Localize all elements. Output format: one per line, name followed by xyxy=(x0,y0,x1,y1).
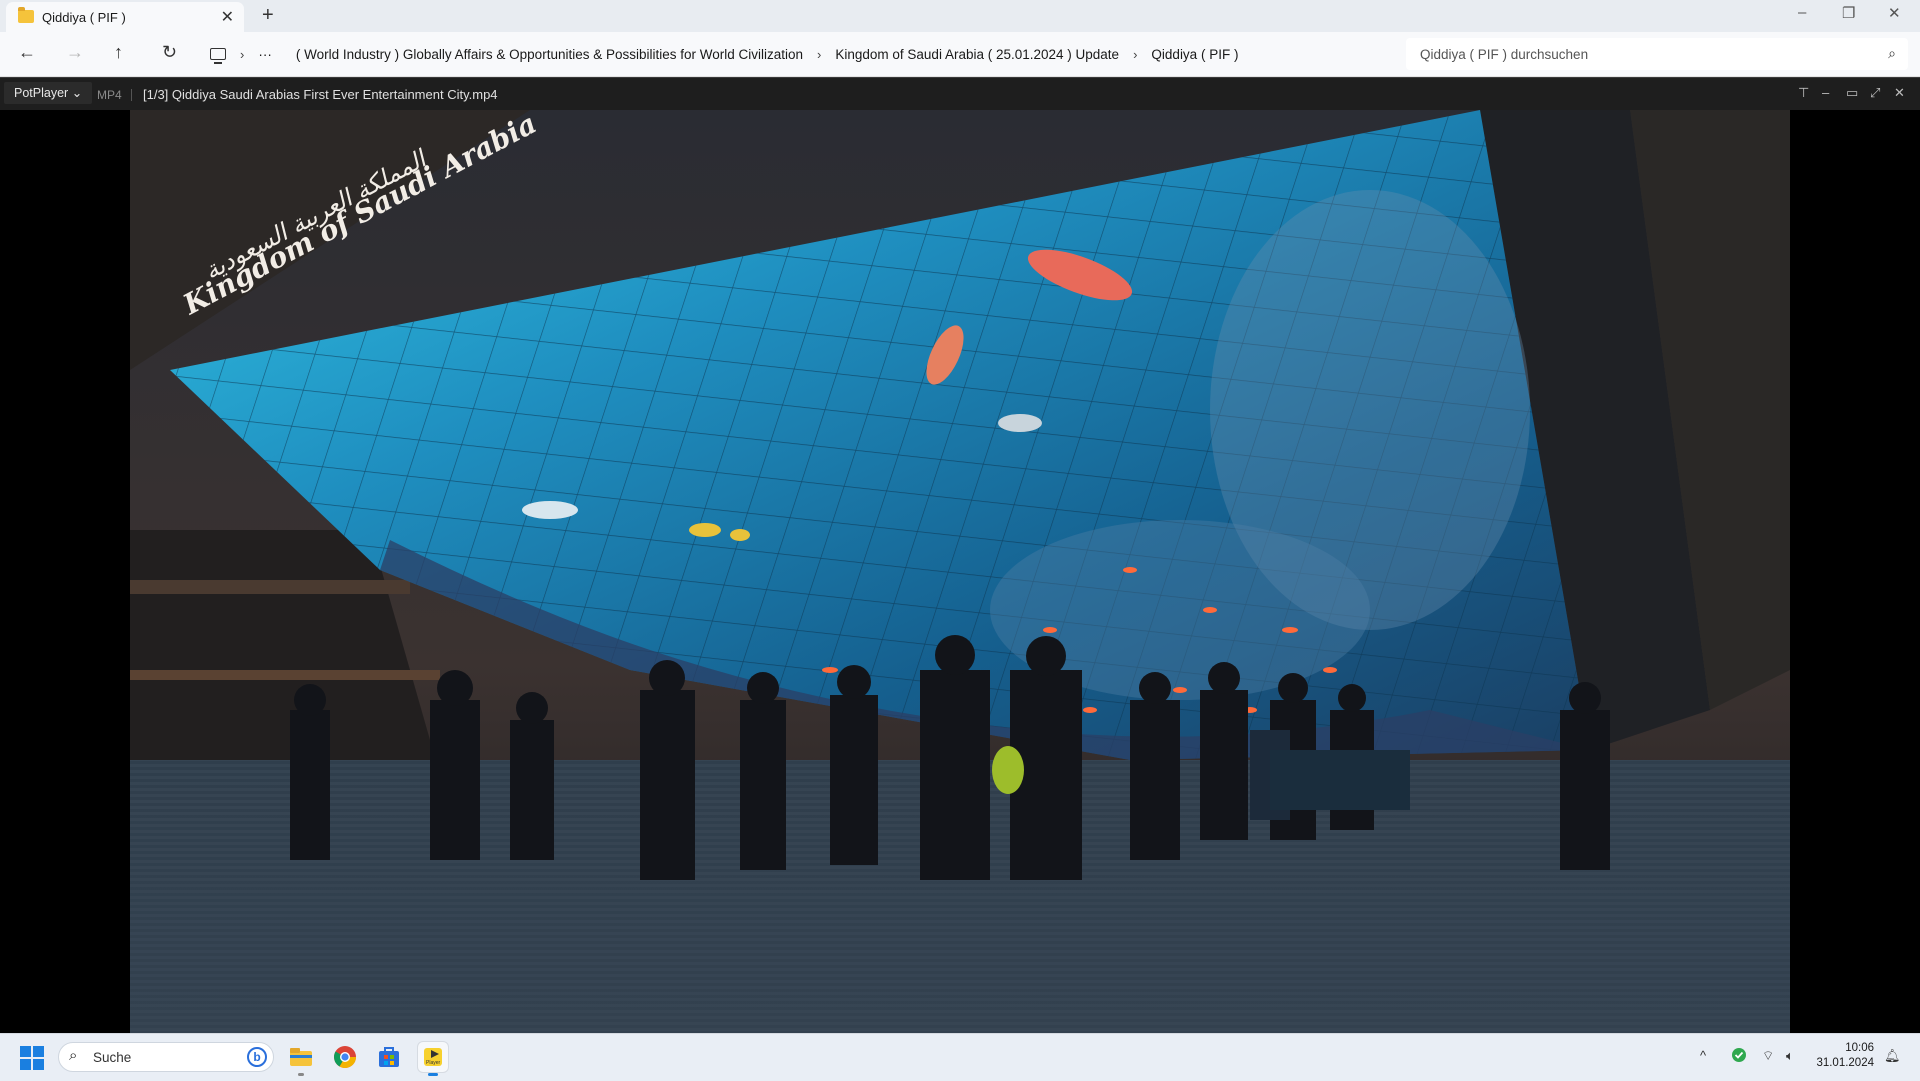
search-placeholder: Qiddiya ( PIF ) durchsuchen xyxy=(1420,47,1589,62)
breadcrumb-item[interactable]: ( World Industry ) Globally Affairs & Op… xyxy=(296,47,803,62)
refresh-button[interactable]: ↻ xyxy=(162,42,177,63)
chevron-right-icon[interactable]: › xyxy=(817,47,821,62)
new-tab-button[interactable]: + xyxy=(262,4,274,27)
clock-date: 31.01.2024 xyxy=(1816,1057,1874,1069)
search-icon[interactable]: ⌕ xyxy=(1888,45,1896,62)
security-icon[interactable] xyxy=(1730,1046,1748,1064)
microsoft-store-icon[interactable] xyxy=(374,1042,404,1072)
format-label: MP4 xyxy=(97,88,132,102)
close-player-button[interactable]: ✕ xyxy=(1894,85,1905,101)
potplayer-label: PotPlayer xyxy=(14,86,69,100)
close-window-button[interactable]: ✕ xyxy=(1888,4,1901,22)
notification-bell-icon[interactable]: 🔔︎ xyxy=(1884,1048,1901,1064)
volume-icon[interactable]: 🔈︎ xyxy=(1786,1048,1794,1064)
restore-button[interactable]: ❐ xyxy=(1842,4,1855,22)
minimize-button[interactable]: – xyxy=(1822,85,1829,100)
search-input[interactable]: Qiddiya ( PIF ) durchsuchen ⌕ xyxy=(1406,38,1908,70)
clock-time: 10:06 xyxy=(1845,1042,1874,1054)
fullscreen-button[interactable]: ⤢ xyxy=(1870,85,1880,101)
folder-icon xyxy=(290,1048,312,1066)
video-frame: المملكة العربية السعودية Kingdom of Saud… xyxy=(130,110,1790,1033)
tray-overflow-icon[interactable]: ^ xyxy=(1700,1048,1706,1063)
this-pc-icon[interactable] xyxy=(210,48,226,64)
file-explorer-icon[interactable] xyxy=(286,1042,316,1076)
chevron-right-icon[interactable]: › xyxy=(1133,47,1137,62)
breadcrumb-item[interactable]: Qiddiya ( PIF ) xyxy=(1151,47,1238,62)
chrome-icon[interactable] xyxy=(330,1042,360,1072)
breadcrumb-overflow[interactable]: ··· xyxy=(258,47,272,62)
taskbar-search-label: Suche xyxy=(93,1050,132,1065)
address-bar: ← → ↑ ↻ › ··· ( World Industry ) Globall… xyxy=(0,32,1920,77)
folder-icon xyxy=(18,7,34,23)
potplayer-menu-button[interactable]: PotPlayer ⌄ xyxy=(4,82,93,104)
breadcrumb-item[interactable]: Kingdom of Saudi Arabia ( 25.01.2024 ) U… xyxy=(835,47,1119,62)
video-scene: المملكة العربية السعودية Kingdom of Saud… xyxy=(130,110,1790,1033)
pin-icon[interactable]: ⊤ xyxy=(1798,85,1809,101)
video-area[interactable]: المملكة العربية السعودية Kingdom of Saud… xyxy=(0,110,1920,1033)
wifi-icon[interactable]: ⌔ xyxy=(1762,1048,1774,1064)
up-button[interactable]: ↑ xyxy=(114,42,123,63)
bing-icon[interactable]: b xyxy=(247,1047,267,1067)
file-title: [1/3] Qiddiya Saudi Arabias First Ever E… xyxy=(143,87,498,102)
potplayer-icon-label: Player xyxy=(426,1060,441,1066)
chevron-right-icon[interactable]: › xyxy=(240,47,244,62)
search-icon: ⌕ xyxy=(69,1047,78,1064)
taskbar: ⌕ Suche b Player ^ ⌔ 🔈︎ 10:06 31.01.2024… xyxy=(0,1033,1920,1081)
tab-title: Qiddiya ( PIF ) xyxy=(42,10,126,25)
back-button[interactable]: ← xyxy=(18,42,36,63)
maximize-button[interactable]: ▭ xyxy=(1846,85,1858,101)
explorer-title-bar: Qiddiya ( PIF ) ✕ + – ❐ ✕ xyxy=(0,0,1920,32)
windows-start-icon[interactable] xyxy=(20,1046,44,1070)
close-tab-icon[interactable]: ✕ xyxy=(221,7,234,27)
minimize-button[interactable]: – xyxy=(1798,4,1806,21)
explorer-tab[interactable]: Qiddiya ( PIF ) ✕ xyxy=(6,2,244,32)
potplayer-taskbar-icon[interactable]: Player xyxy=(418,1042,448,1076)
potplayer-title-bar: PotPlayer ⌄ MP4 [1/3] Qiddiya Saudi Arab… xyxy=(0,77,1920,110)
chevron-down-icon: ⌄ xyxy=(71,86,83,100)
forward-button[interactable]: → xyxy=(66,42,84,63)
clock[interactable]: 10:06 31.01.2024 xyxy=(1812,1041,1874,1071)
taskbar-search-input[interactable]: ⌕ Suche b xyxy=(58,1042,274,1072)
breadcrumb: › ··· ( World Industry ) Globally Affair… xyxy=(210,42,1238,66)
